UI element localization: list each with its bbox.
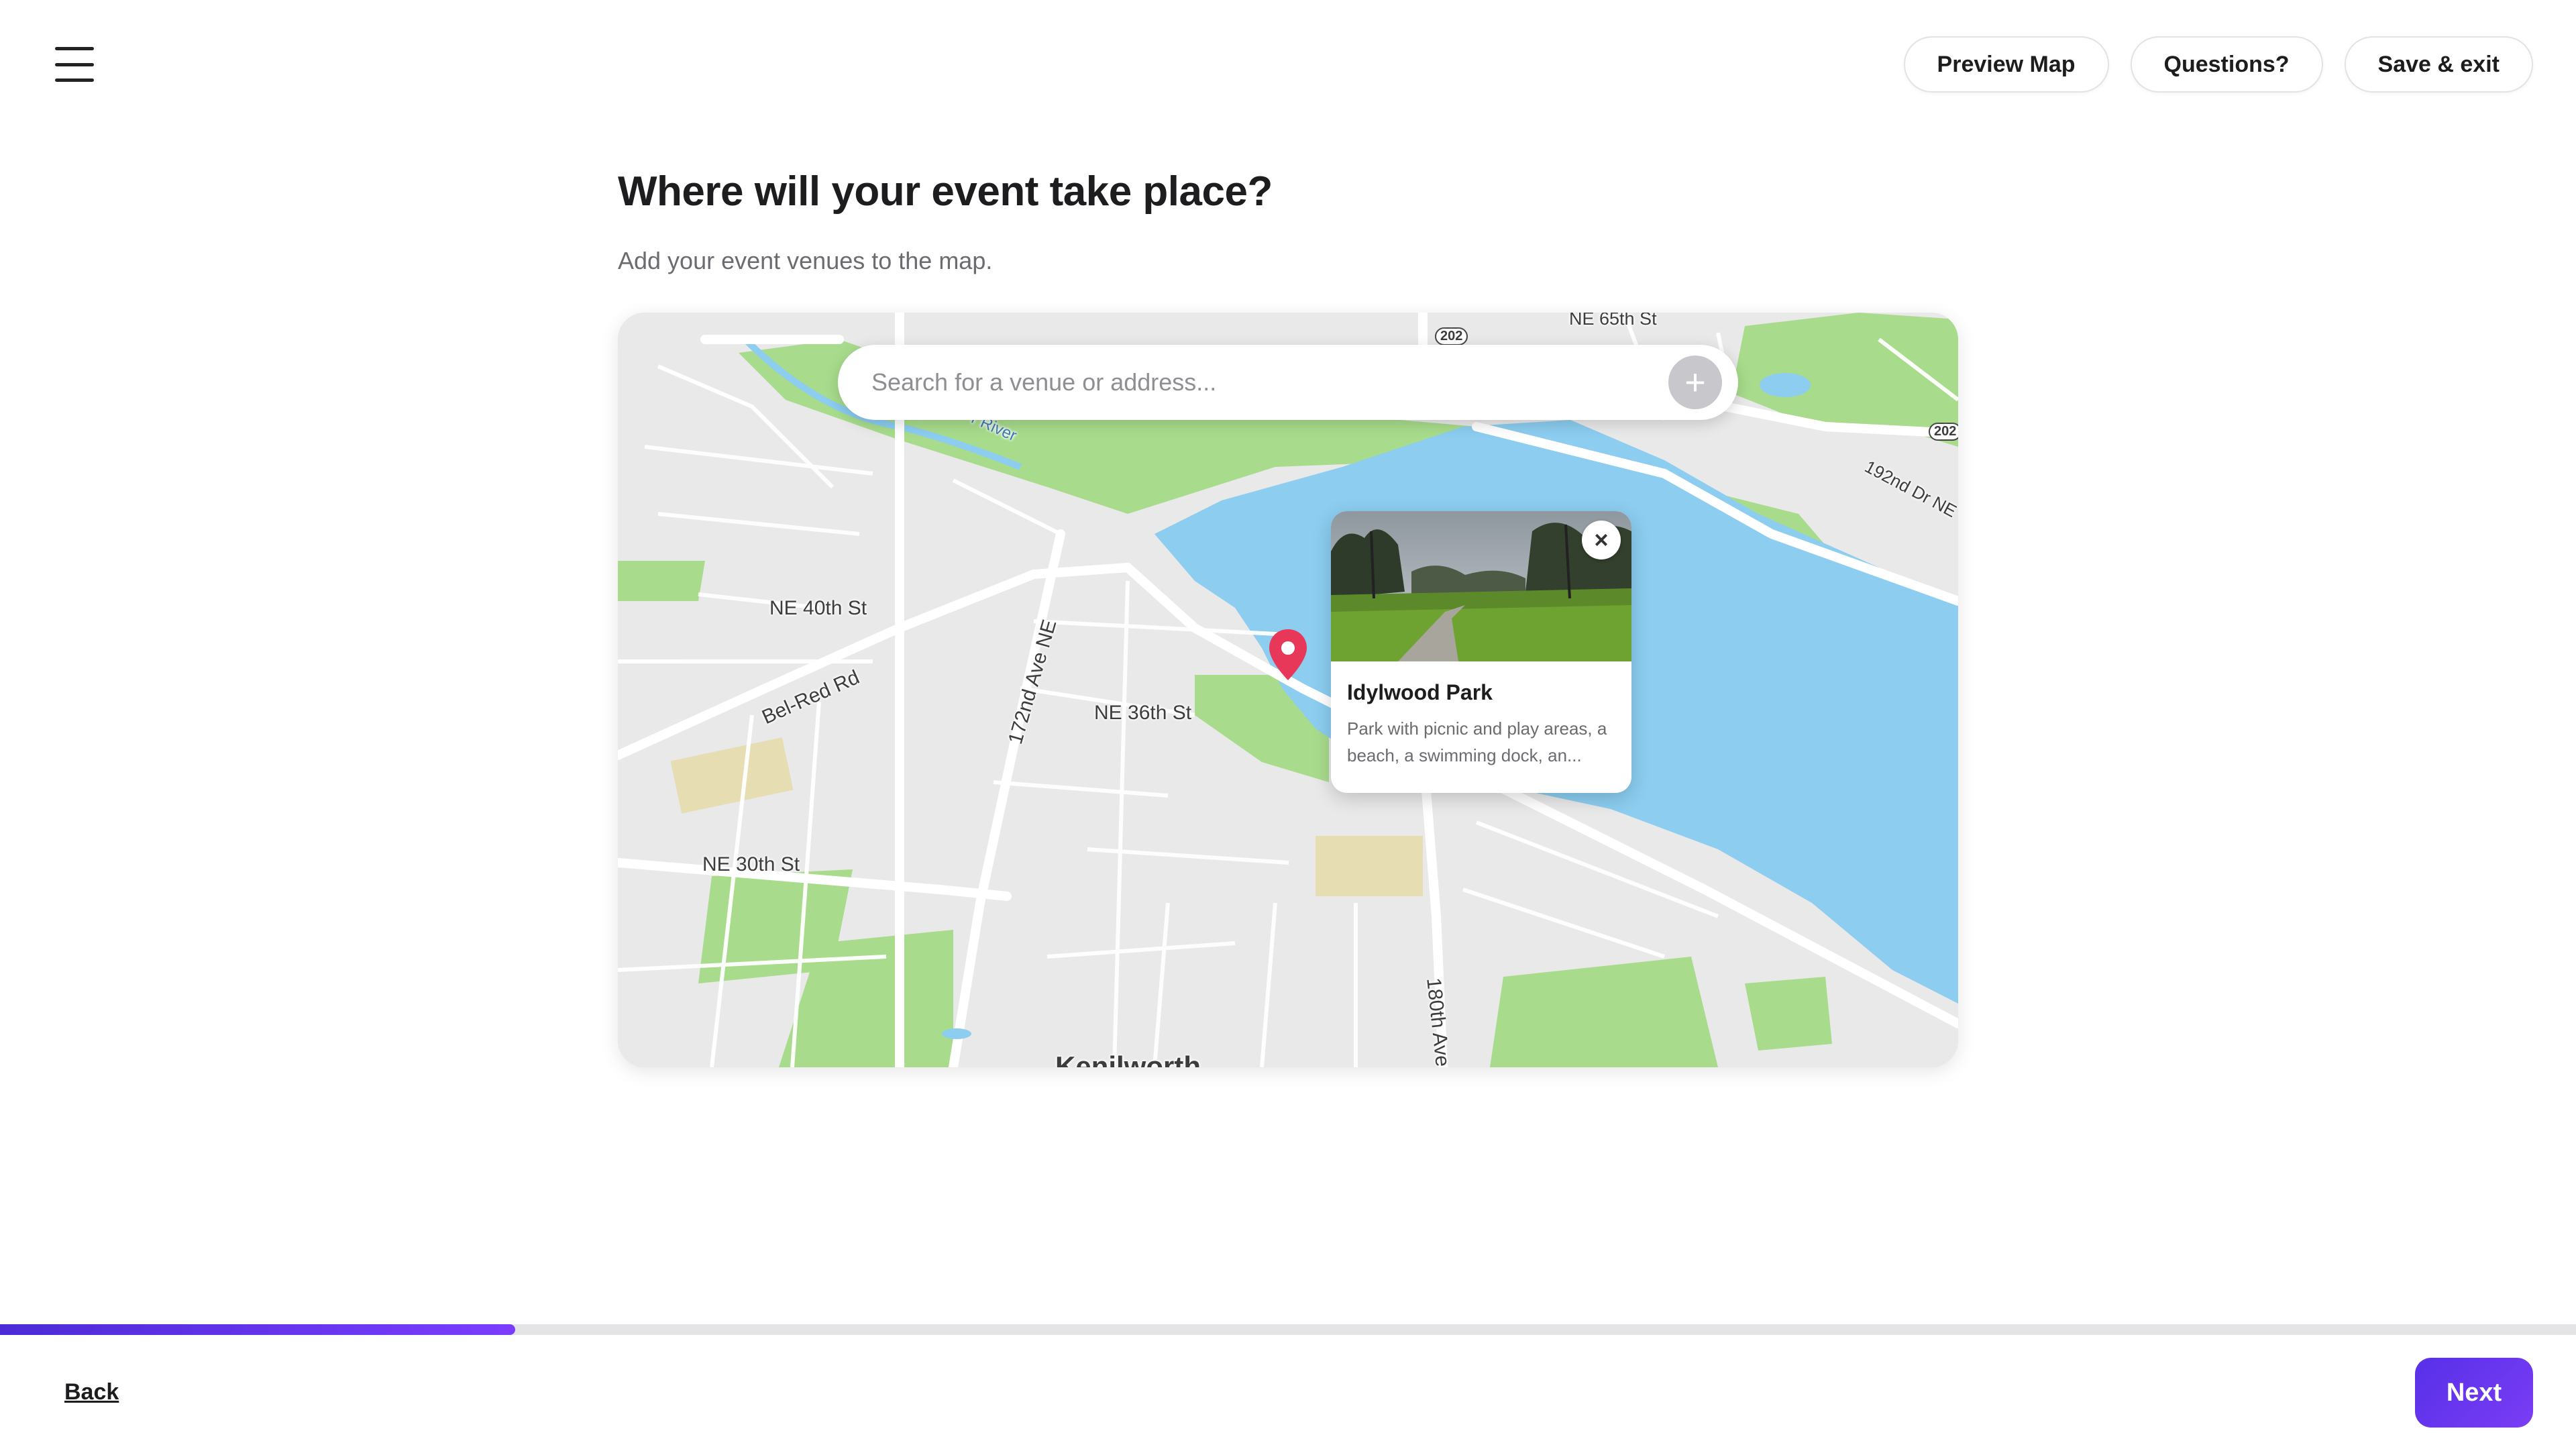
map-label-ne-30th: NE 30th St <box>702 853 800 875</box>
header-actions: Preview Map Questions? Save & exit <box>1903 36 2533 93</box>
questions-button[interactable]: Questions? <box>2130 36 2323 93</box>
next-button[interactable]: Next <box>2415 1358 2533 1428</box>
venue-name: Idylwood Park <box>1347 680 1493 704</box>
back-link[interactable]: Back <box>64 1379 119 1405</box>
hamburger-menu-icon[interactable] <box>55 47 94 82</box>
preview-map-button[interactable]: Preview Map <box>1903 36 2109 93</box>
map-label-ne-40th: NE 40th St <box>769 597 867 619</box>
venue-description: Park with picnic and play areas, a beach… <box>1347 718 1607 765</box>
map-label-kenilworth: Kenilworth <box>1055 1051 1201 1067</box>
route-202-shield: 202 <box>1435 327 1468 345</box>
page-subtitle: Add your event venues to the map. <box>618 247 993 274</box>
venue-search-bar: + <box>838 345 1738 420</box>
venue-search-input[interactable] <box>870 368 1668 397</box>
page: Preview Map Questions? Save & exit Where… <box>0 0 2576 1449</box>
venue-map[interactable]: NE 65th St NE 40th St Bel-Red Rd 172nd A… <box>618 313 1958 1067</box>
close-icon[interactable]: × <box>1582 521 1621 559</box>
progress-bar-fill <box>0 1324 515 1335</box>
route-202-shield-east: 202 <box>1929 423 1958 441</box>
location-pin-icon[interactable] <box>1267 628 1309 682</box>
page-title: Where will your event take place? <box>618 168 1273 215</box>
save-exit-button[interactable]: Save & exit <box>2344 36 2533 93</box>
venue-popup-card[interactable]: × Idylwood Park Park with picnic and pla… <box>1331 511 1631 793</box>
progress-bar <box>0 1324 2576 1335</box>
plus-icon[interactable]: + <box>1668 356 1722 409</box>
map-label-ne-36th: NE 36th St <box>1094 702 1192 724</box>
map-label-ne-65th: NE 65th St <box>1569 313 1657 329</box>
